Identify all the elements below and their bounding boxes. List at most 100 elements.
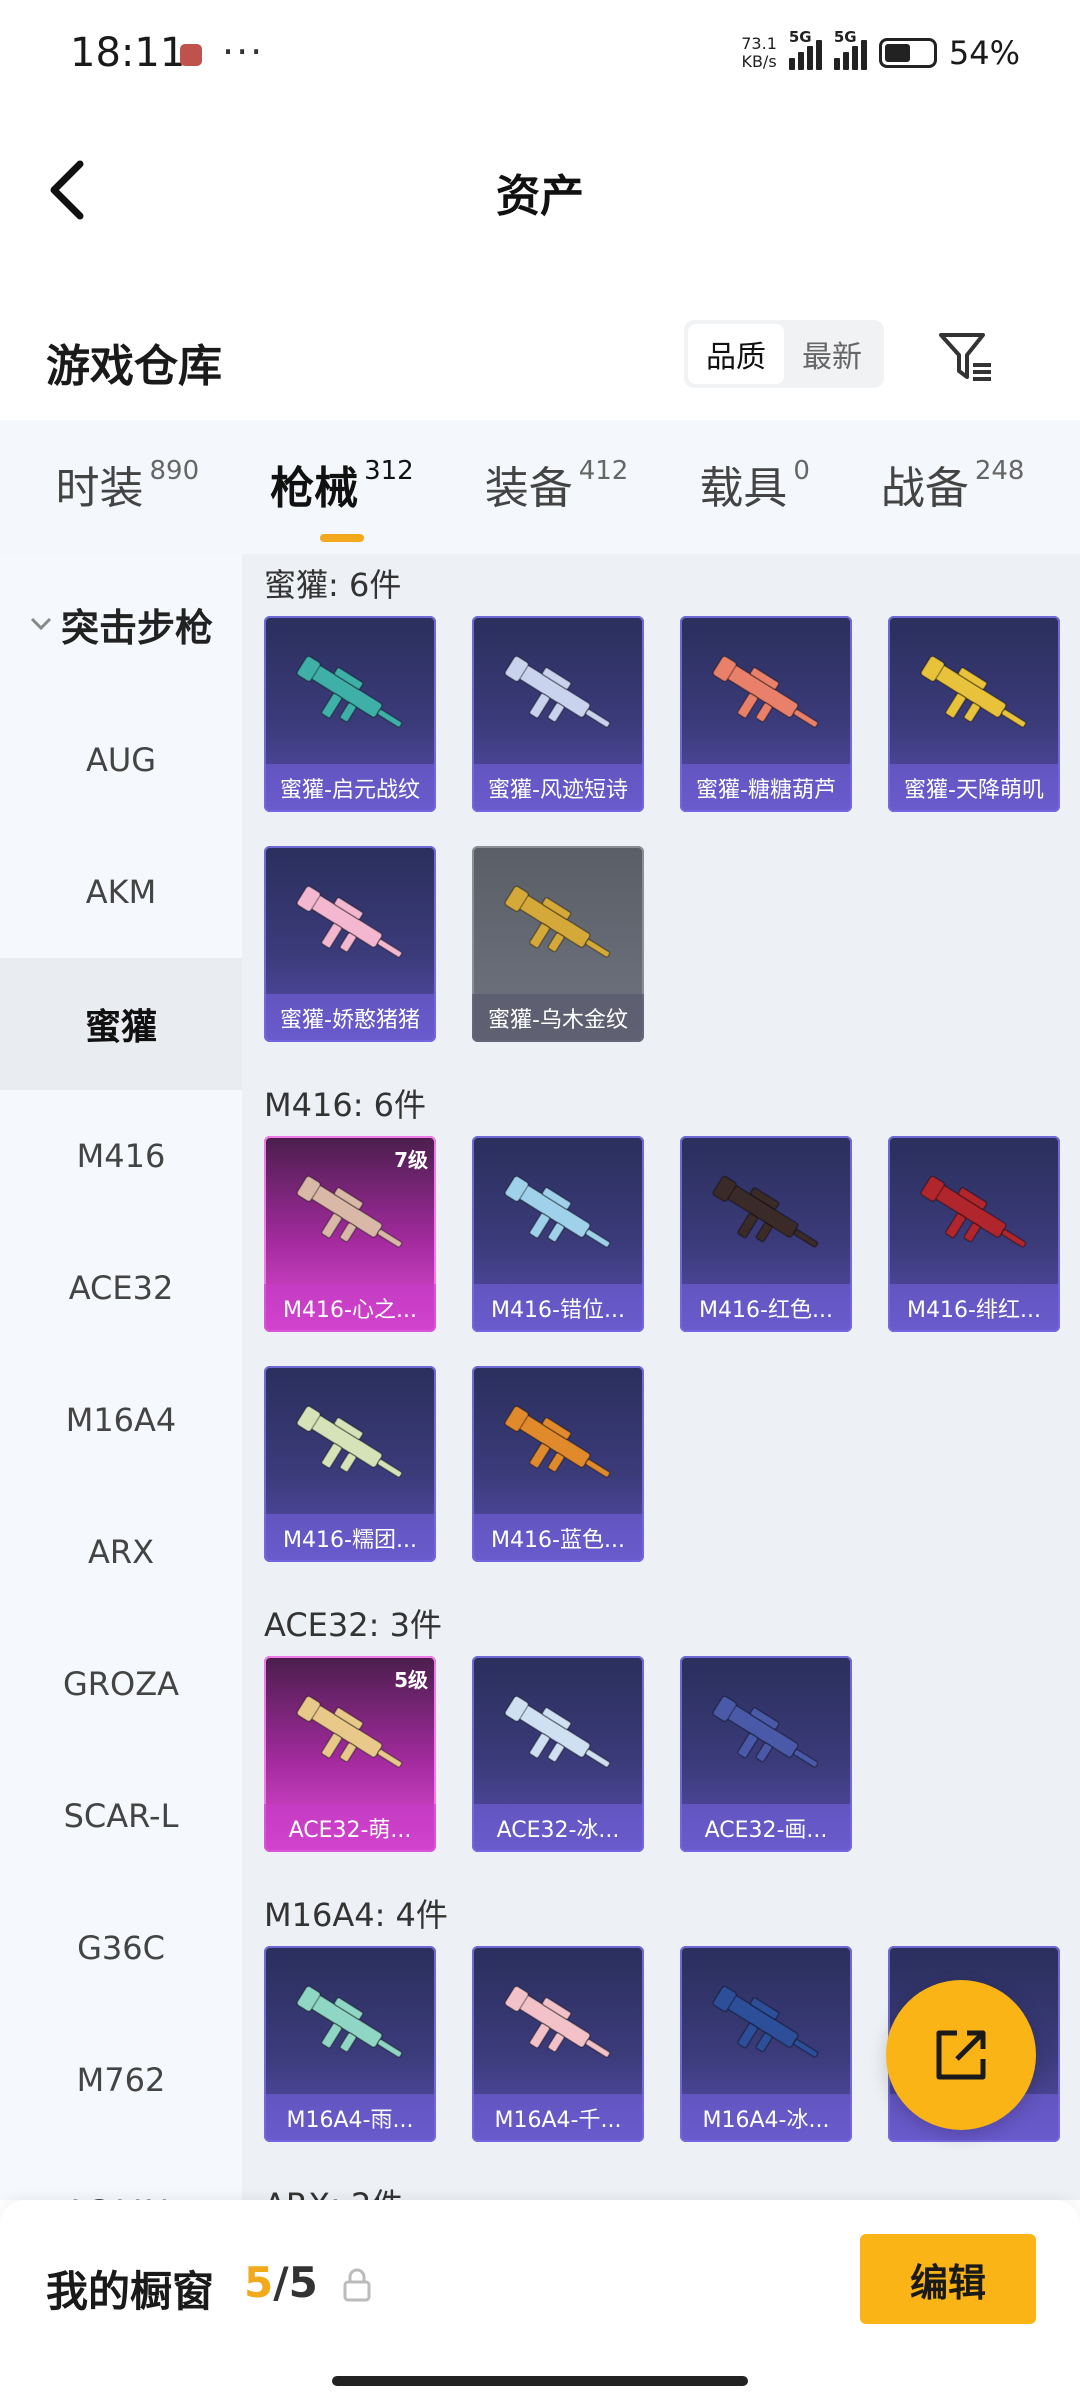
skin-card[interactable]: 蜜獾-风迹短诗 [472, 616, 644, 812]
sort-quality-button[interactable]: 品质 [688, 324, 784, 384]
gun-skin-image [712, 1695, 819, 1768]
showcase-label: 我的橱窗 [46, 2267, 215, 2316]
sort-newest-button[interactable]: 最新 [784, 324, 880, 384]
sidebar-item-arx[interactable]: ARX [0, 1486, 242, 1618]
signal-2-label: 5G [833, 28, 857, 46]
level-badge: 5级 [394, 1668, 428, 1692]
tab-active-indicator [320, 534, 365, 542]
gun-skin-image [920, 655, 1027, 728]
edit-button[interactable]: 编辑 [860, 2234, 1036, 2324]
tab-label: 装备 [484, 463, 573, 514]
filter-icon [939, 333, 991, 381]
gun-skin-image [504, 1175, 611, 1248]
gun-skin-image [712, 1175, 819, 1248]
skin-list: 蜜獾: 6件蜜獾-启元战纹 蜜獾-风迹短诗 蜜獾-糖糖葫芦 蜜獾-天降萌叽蜜獾-娇憨猪… [242, 554, 1080, 2200]
tab-count: 412 [578, 456, 629, 486]
tab-count: 248 [974, 456, 1025, 486]
skin-name: M416-红色... [680, 1284, 852, 1332]
tab-battle-gear[interactable]: 战备 248 [881, 452, 1025, 522]
section-title: 蜜獾: 6件 [264, 566, 402, 604]
gun-skin-image [712, 655, 819, 728]
sidebar-item-ace32[interactable]: ACE32 [0, 1222, 242, 1354]
app-notification-icon [180, 44, 202, 66]
status-right: 73.1 KB/s 5G 5G 54% [741, 28, 1020, 78]
skin-card[interactable]: 蜜獾-娇憨猪猪 [264, 846, 436, 1042]
skin-name: 蜜獾-启元战纹 [264, 764, 436, 812]
home-indicator [332, 2376, 748, 2386]
showcase-total: 5 [288, 2258, 318, 2307]
network-speed-value: 73.1 [741, 34, 777, 53]
sidebar-item-[interactable]: 蜜獾 [0, 958, 242, 1090]
skin-card[interactable]: M16A4-冰... [680, 1946, 852, 2142]
sidebar-item-g36c[interactable]: G36C [0, 1882, 242, 2014]
page-title: 资产 [496, 171, 584, 222]
more-notifications-icon: ··· [222, 30, 265, 74]
sidebar-group-label: 突击步枪 [60, 605, 213, 650]
gun-skin-image [504, 885, 611, 958]
tab-vehicles[interactable]: 载具 0 [699, 452, 810, 522]
skin-card[interactable]: M16A4-雨... [264, 1946, 436, 2142]
skin-card[interactable]: 5级 ACE32-萌... [264, 1656, 436, 1852]
sidebar-item-m16a4[interactable]: M16A4 [0, 1354, 242, 1486]
tab-count: 890 [149, 456, 200, 486]
share-fab-button[interactable] [886, 1980, 1036, 2130]
gun-skin-image [296, 655, 403, 728]
gun-skin-image [712, 1985, 819, 2058]
skin-card[interactable]: M416-绯红... [888, 1136, 1060, 1332]
gun-skin-image [296, 885, 403, 958]
sidebar-item-m762[interactable]: M762 [0, 2014, 242, 2146]
warehouse-header: 游戏仓库 品质 最新 [0, 300, 1080, 420]
skin-name: M16A4-千... [472, 2094, 644, 2142]
sidebar-item-groza[interactable]: GROZA [0, 1618, 242, 1750]
skin-card[interactable]: ACE32-冰... [472, 1656, 644, 1852]
tab-label: 战备 [880, 463, 969, 514]
skin-card[interactable]: M416-蓝色... [472, 1366, 644, 1562]
signal-2-icon: 5G [833, 28, 867, 70]
sort-toggle: 品质 最新 [684, 320, 884, 388]
skin-name: 蜜獾-娇憨猪猪 [264, 994, 436, 1042]
showcase-bar: 我的橱窗 5/5 编辑 [0, 2200, 1080, 2400]
section-title: M16A4: 4件 [264, 1896, 448, 1934]
skin-card[interactable]: 蜜獾-天降萌叽 [888, 616, 1060, 812]
sidebar-item-ac-val[interactable]: AC-VAL [0, 2146, 242, 2200]
skin-name: M416-错位... [472, 1284, 644, 1332]
section-title: ARX: 2件 [264, 2180, 403, 2200]
sidebar-item-aug[interactable]: AUG [0, 694, 242, 826]
gun-skin-image [296, 1695, 403, 1768]
sidebar-item-scar-l[interactable]: SCAR-L [0, 1750, 242, 1882]
tab-equipment[interactable]: 装备 412 [485, 452, 629, 522]
skin-card[interactable]: 蜜獾-糖糖葫芦 [680, 616, 852, 812]
section-title: M416: 6件 [264, 1086, 427, 1124]
gun-skin-image [504, 1405, 611, 1478]
skin-card[interactable]: M416-红色... [680, 1136, 852, 1332]
skin-name: M16A4-雨... [264, 2094, 436, 2142]
gun-skin-image [504, 1695, 611, 1768]
gun-skin-image [504, 655, 611, 728]
skin-card[interactable]: M416-糯团... [264, 1366, 436, 1562]
skin-card[interactable]: M16A4-千... [472, 1946, 644, 2142]
skin-card[interactable]: ACE32-画... [680, 1656, 852, 1852]
status-bar: 18:11 ··· 73.1 KB/s 5G 5G 54% [0, 0, 1080, 110]
skin-name: ACE32-画... [680, 1804, 852, 1852]
tab-guns[interactable]: 枪械 312 [270, 452, 414, 542]
skin-name: ACE32-萌... [264, 1804, 436, 1852]
skin-card[interactable]: M416-错位... [472, 1136, 644, 1332]
skin-name: 蜜獾-天降萌叽 [888, 764, 1060, 812]
sidebar-item-m416[interactable]: M416 [0, 1090, 242, 1222]
skin-name: M16A4-冰... [680, 2094, 852, 2142]
tab-label: 时装 [55, 463, 144, 514]
skin-name: 蜜獾-风迹短诗 [472, 764, 644, 812]
skin-card[interactable]: 蜜獾-乌木金纹 [472, 846, 644, 1042]
sidebar-group-assault-rifles[interactable]: 突击步枪 [0, 554, 242, 694]
share-icon [936, 2030, 986, 2080]
skin-card[interactable]: 蜜獾-启元战纹 [264, 616, 436, 812]
gun-skin-image [296, 1405, 403, 1478]
sidebar-item-akm[interactable]: AKM [0, 826, 242, 958]
gun-skin-image [296, 1175, 403, 1248]
network-speed-unit: KB/s [741, 52, 777, 71]
skin-name: M416-心之... [264, 1284, 436, 1332]
tab-fashion[interactable]: 时装 890 [55, 452, 199, 522]
tab-label: 载具 [699, 463, 788, 514]
skin-card[interactable]: 7级 M416-心之... [264, 1136, 436, 1332]
filter-button[interactable] [930, 322, 1000, 392]
